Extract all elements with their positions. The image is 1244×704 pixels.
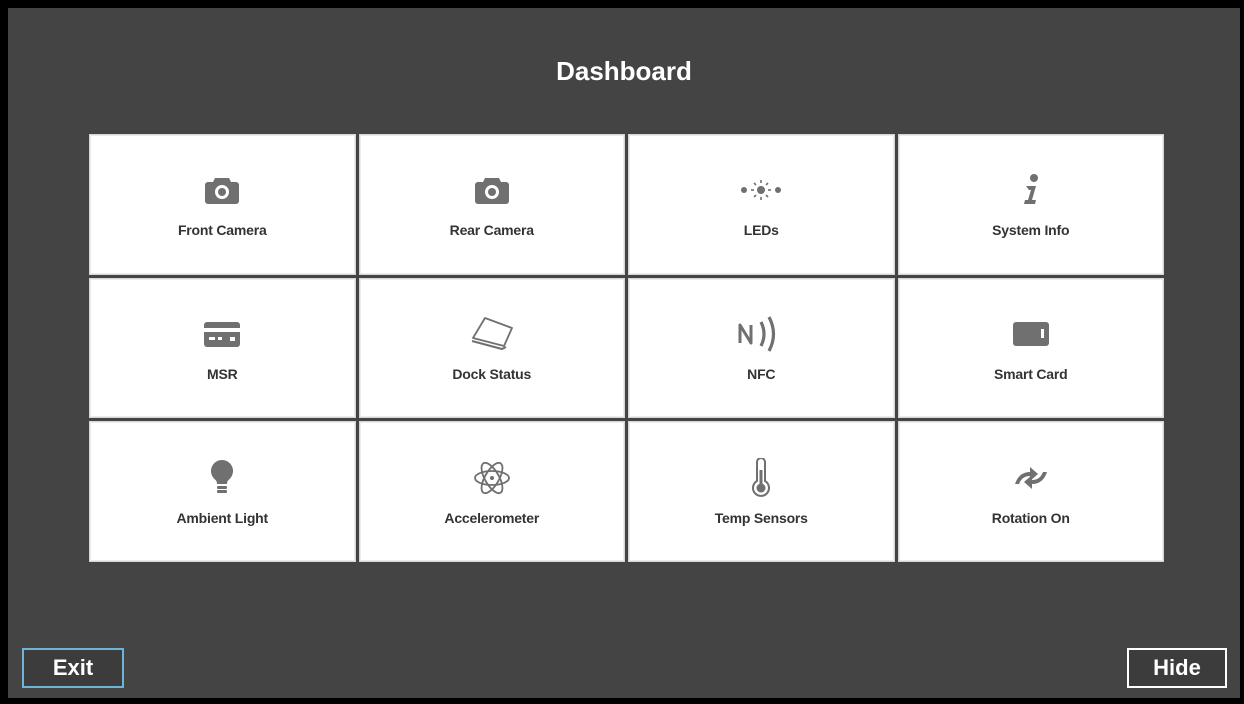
tile-leds[interactable]: LEDs xyxy=(628,134,895,275)
tile-dock-status[interactable]: Dock Status xyxy=(358,277,625,419)
led-icon xyxy=(739,170,783,210)
card-reader-icon xyxy=(202,314,242,354)
tile-label: NFC xyxy=(747,365,776,382)
tile-label: MSR xyxy=(206,365,238,382)
tile-system-info[interactable]: System Info xyxy=(897,134,1164,275)
hide-button[interactable]: Hide xyxy=(1127,648,1227,688)
exit-button[interactable]: Exit xyxy=(22,648,124,688)
tile-label: LEDs xyxy=(743,222,779,239)
page-title: Dashboard xyxy=(556,56,692,86)
tile-label: Temp Sensors xyxy=(714,509,808,526)
tile-label: Accelerometer xyxy=(444,509,540,526)
thermometer-icon xyxy=(749,457,773,498)
tile-rear-camera[interactable]: Rear Camera xyxy=(358,134,625,275)
tile-label: Front Camera xyxy=(177,222,267,239)
tile-label: Smart Card xyxy=(994,365,1068,382)
tile-ambient-light[interactable]: Ambient Light xyxy=(89,421,356,562)
lightbulb-icon xyxy=(209,458,235,498)
dashboard-grid: Front Camera Rear Camera LEDs System Inf… xyxy=(89,134,1164,562)
nfc-icon xyxy=(737,314,785,354)
tile-nfc[interactable]: NFC xyxy=(628,277,895,419)
tile-msr[interactable]: MSR xyxy=(89,277,356,419)
tile-accelerometer[interactable]: Accelerometer xyxy=(358,421,625,562)
tile-temp-sensors[interactable]: Temp Sensors xyxy=(628,421,895,562)
tile-label: Rotation On xyxy=(991,509,1070,526)
info-icon xyxy=(1019,170,1043,210)
tile-front-camera[interactable]: Front Camera xyxy=(89,134,356,275)
app-window: Dashboard Front Camera Rear Camera LEDs … xyxy=(8,8,1240,698)
smart-card-icon xyxy=(1011,314,1051,354)
tile-smart-card[interactable]: Smart Card xyxy=(897,277,1164,419)
tile-rotation-on[interactable]: Rotation On xyxy=(897,421,1164,562)
tile-label: Ambient Light xyxy=(176,509,269,526)
rotation-icon xyxy=(1011,458,1051,498)
tile-label: Dock Status xyxy=(452,365,532,382)
atom-icon xyxy=(472,458,512,498)
tile-label: System Info xyxy=(992,222,1070,239)
camera-icon xyxy=(204,170,240,210)
dock-icon xyxy=(468,314,516,354)
tile-label: Rear Camera xyxy=(449,222,534,239)
camera-icon xyxy=(474,170,510,210)
